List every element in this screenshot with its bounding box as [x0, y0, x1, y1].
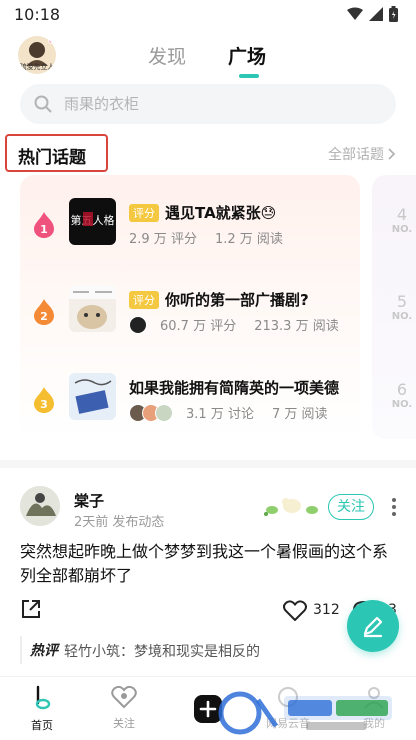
- topic-title: 如果我能拥有简隋英的一项美德: [129, 379, 340, 397]
- nav-follow-label: 关注: [113, 717, 135, 730]
- participant-avatar: [129, 315, 147, 334]
- svg-text:1: 1: [40, 223, 48, 236]
- search-icon: [34, 95, 52, 113]
- status-bar: 10:18: [0, 0, 416, 30]
- svg-text:2: 2: [40, 310, 48, 323]
- share-icon[interactable]: [20, 598, 42, 620]
- topic-meta: 60.7 万 评分 213.3 万 阅读: [129, 315, 339, 334]
- topic-stat-reads: 7 万 阅读: [271, 407, 328, 422]
- nav-follow[interactable]: 关注: [94, 685, 154, 731]
- hot-comment-text: 轻竹小筑：梦境和现实是相反的: [64, 644, 260, 660]
- home-note-icon: [35, 685, 51, 710]
- topic-meta: 2.9 万 评分 1.2 万 阅读: [129, 228, 283, 247]
- hot-comment[interactable]: 热评 轻竹小筑：梦境和现实是相反的: [20, 636, 396, 664]
- game-logo-icon: 第五人格: [71, 212, 115, 227]
- topic-thumbnail: [69, 373, 116, 420]
- nav-home-label: 首页: [31, 719, 53, 732]
- post-content[interactable]: 突然想起昨晚上做个梦梦到我这一个暑假画的这个系列全部都崩坏了: [20, 540, 396, 588]
- signal-icon: [369, 7, 383, 21]
- nav-home[interactable]: 首页: [12, 685, 72, 733]
- topic-stat-primary: 2.9 万 评分: [129, 232, 197, 247]
- topic-row[interactable]: 3 如果我能拥有简隋英的一项美德 3.1 万 讨论 7 万 阅读: [20, 371, 360, 431]
- search-bar[interactable]: [20, 84, 396, 124]
- topic-thumbnail: 第五人格: [69, 198, 116, 245]
- all-topics-link[interactable]: 全部话题: [328, 144, 396, 164]
- topic-title-line: 评分 你听的第一部广播剧?: [129, 289, 309, 310]
- all-topics-label: 全部话题: [328, 147, 384, 163]
- topic-title-line: 如果我能拥有简隋英的一项美德: [129, 377, 339, 398]
- rank-2-flame-icon: 2: [34, 299, 54, 325]
- compose-button[interactable]: [347, 600, 399, 652]
- topic-title: 你听的第一部广播剧?: [165, 291, 309, 309]
- topic-title-line: 评分 遇见TA就紧张😓: [129, 202, 276, 223]
- rank-number: 6: [396, 380, 408, 399]
- heart-icon[interactable]: [283, 600, 307, 621]
- participant-avatar: [155, 403, 173, 422]
- wifi-icon: [347, 7, 363, 20]
- illustration-icon: [74, 379, 112, 414]
- topic-title: 遇见TA就紧张😓: [165, 204, 277, 222]
- hot-topics-header: 热门话题: [5, 134, 108, 172]
- topic-stat-reads: 1.2 万 阅读: [214, 232, 283, 247]
- hot-topics-card: 1 第五人格 评分 遇见TA就紧张😓 2.9 万 评分 1.2 万 阅读 2: [20, 175, 360, 439]
- topic-stat-primary: 3.1 万 讨论: [186, 407, 254, 422]
- author-avatar-image-icon: [20, 486, 60, 526]
- tab-square[interactable]: 广场: [228, 42, 266, 69]
- post-timestamp: 2天前 发布动态: [74, 515, 165, 530]
- topic-stat-primary: 60.7 万 评分: [160, 319, 237, 334]
- duck-decoration-icon: [264, 498, 318, 516]
- rank-3-flame-icon: 3: [34, 387, 54, 413]
- search-input[interactable]: [64, 84, 384, 124]
- rank-number: 5: [396, 292, 408, 311]
- rank-no: NO.: [391, 311, 413, 322]
- rank-no: NO.: [391, 224, 413, 235]
- active-tab-indicator: [239, 74, 259, 78]
- topic-row[interactable]: 1 第五人格 评分 遇见TA就紧张😓 2.9 万 评分 1.2 万 阅读: [20, 196, 360, 256]
- tab-discover[interactable]: 发现: [148, 42, 186, 69]
- score-tag: 评分: [129, 203, 159, 222]
- rank-label: 4 NO.: [387, 205, 416, 235]
- rank-no: NO.: [391, 399, 413, 410]
- topic-thumbnail: [69, 285, 116, 332]
- pencil-icon: [363, 616, 383, 638]
- hot-comment-tag: 热评: [30, 643, 58, 659]
- participant-avatars: [129, 315, 147, 334]
- rank-1-flame-icon: 1: [34, 212, 54, 238]
- topic-stat-reads: 213.3 万 阅读: [254, 319, 339, 334]
- hot-topics-title: 热门话题: [18, 148, 86, 168]
- score-tag: 评分: [129, 290, 159, 309]
- top-nav: 疏浚先立人 发现 广场: [0, 30, 416, 82]
- rank-number: 4: [396, 205, 408, 224]
- rank-label: 5 NO.: [387, 292, 416, 322]
- status-time: 10:18: [14, 5, 61, 24]
- like-count: 312: [313, 602, 340, 618]
- battery-icon: [389, 6, 398, 22]
- user-avatar[interactable]: 疏浚先立人: [18, 36, 56, 74]
- rank-label: 6 NO.: [387, 380, 416, 410]
- cat-picture-icon: [69, 285, 116, 329]
- site-watermark: [218, 691, 392, 735]
- follow-button[interactable]: 关注: [328, 494, 374, 520]
- follow-heart-icon: [111, 685, 137, 709]
- participant-avatars: [129, 403, 173, 422]
- post-author-name[interactable]: 棠子: [74, 490, 104, 511]
- next-topics-card[interactable]: 4 NO. 5 NO. 6 NO.: [372, 175, 416, 439]
- section-divider: [0, 460, 416, 468]
- svg-text:3: 3: [40, 398, 48, 411]
- topic-row[interactable]: 2 评分 你听的第一部广播剧? 60.7 万 评分 213.3 万 阅读: [20, 283, 360, 343]
- topic-meta: 3.1 万 讨论 7 万 阅读: [129, 403, 328, 422]
- more-options-icon[interactable]: [390, 497, 398, 517]
- chevron-right-icon: [388, 148, 396, 160]
- status-icons: [347, 6, 398, 22]
- avatar-caption: 疏浚先立人: [19, 63, 55, 71]
- notification-dot: [48, 36, 56, 44]
- post-author-avatar[interactable]: [20, 486, 60, 526]
